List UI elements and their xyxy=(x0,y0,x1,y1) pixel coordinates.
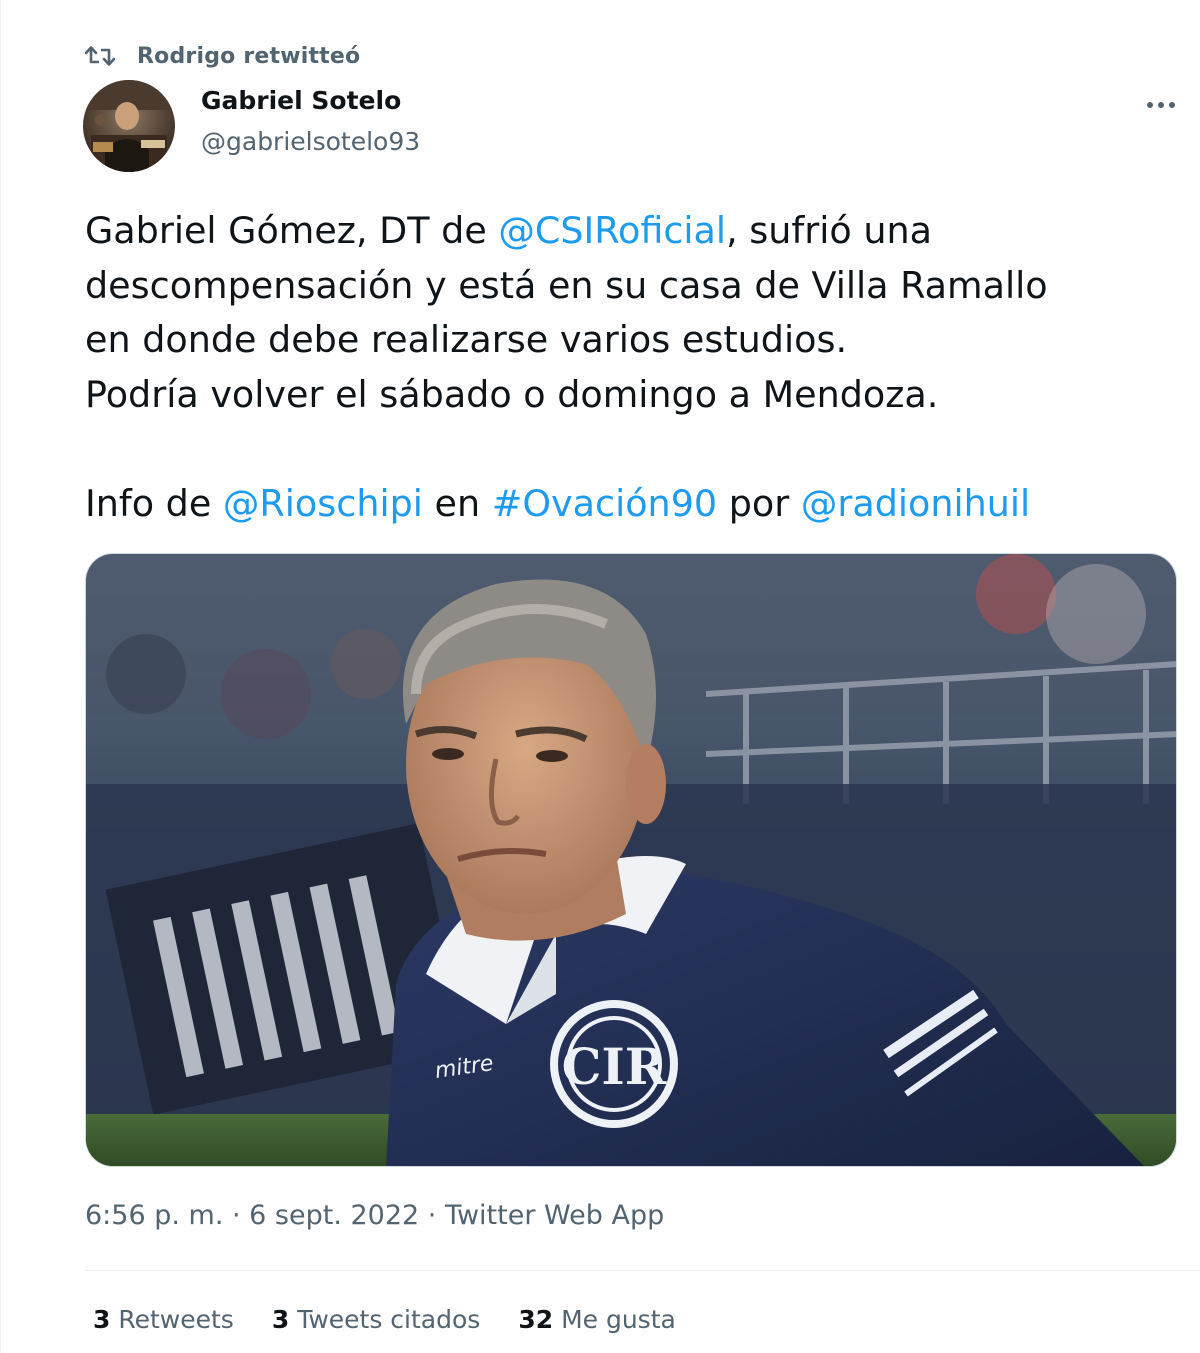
retweet-label: Rodrigo retwitteó xyxy=(137,43,361,69)
tweet-text-line: en donde debe realizarse varios estudios… xyxy=(85,318,848,361)
tweet-card[interactable]: Rodrigo retwitteó Gabriel Sotelo @gabrie… xyxy=(0,0,1200,1353)
text-segment: por xyxy=(717,481,801,525)
mention-csiroficial-link[interactable]: @CSIRoficial xyxy=(498,209,726,252)
hashtag-ovacion90-link[interactable]: #Ovación90 xyxy=(492,482,717,525)
tweet-text-line: Info de @Rioschipi en #Ovación90 por @ra… xyxy=(85,477,1185,532)
retweets-count: 3 xyxy=(93,1305,111,1334)
quote-tweets-stat-link[interactable]: 3 Tweets citados xyxy=(272,1305,480,1334)
tweet-text-line: Podría volver el sábado o domingo a Mend… xyxy=(85,372,939,416)
retweet-context[interactable]: Rodrigo retwitteó xyxy=(83,40,360,72)
quotes-label: Tweets citados xyxy=(297,1305,481,1334)
text-segment: en xyxy=(422,481,492,525)
tweet-photo[interactable]: CIR mitre xyxy=(85,553,1177,1167)
likes-stat-link[interactable]: 32 Me gusta xyxy=(518,1305,676,1334)
avatar[interactable] xyxy=(83,80,175,172)
more-options-button[interactable] xyxy=(1141,90,1181,120)
likes-label: Me gusta xyxy=(561,1305,676,1334)
tweet-text: Gabriel Gómez, DT de @CSIRoficial, sufri… xyxy=(85,204,1185,531)
quotes-count: 3 xyxy=(271,1305,290,1334)
meta-separator: · xyxy=(223,1200,250,1231)
tweet-time-link[interactable]: 6:56 p. m. xyxy=(85,1200,223,1231)
text-segment: Gabriel Gómez, DT de xyxy=(85,209,499,252)
text-segment: Info de xyxy=(85,481,223,525)
tweet-stats: 3 Retweets 3 Tweets citados 32 Me gusta xyxy=(93,1305,714,1334)
tweet-text-line: descompensación y está en su casa de Vil… xyxy=(85,263,1048,307)
retweets-label: Retweets xyxy=(118,1305,234,1334)
retweet-icon xyxy=(83,41,117,71)
retweets-stat-link[interactable]: 3 Retweets xyxy=(93,1305,234,1334)
text-segment: , sufrió una xyxy=(726,209,932,252)
mention-radionihuil-link[interactable]: @radionihuil xyxy=(801,482,1030,525)
crest-letters: CIR xyxy=(562,1037,667,1096)
author-name[interactable]: Gabriel Sotelo xyxy=(201,86,401,115)
more-icon xyxy=(1147,102,1175,108)
divider xyxy=(85,1270,1200,1271)
mention-rioschipi-link[interactable]: @Rioschipi xyxy=(223,482,423,525)
author-handle[interactable]: @gabrielsotelo93 xyxy=(201,127,420,156)
tweet-metadata: 6:56 p. m. · 6 sept. 2022 · Twitter Web … xyxy=(85,1200,664,1231)
tweet-text-line: Gabriel Gómez, DT de @CSIRoficial, sufri… xyxy=(85,204,1185,259)
tweet-date-link[interactable]: 6 sept. 2022 xyxy=(249,1200,419,1231)
likes-count: 32 xyxy=(518,1305,554,1334)
tweet-source-link[interactable]: Twitter Web App xyxy=(445,1200,664,1231)
meta-separator: · xyxy=(419,1200,445,1231)
